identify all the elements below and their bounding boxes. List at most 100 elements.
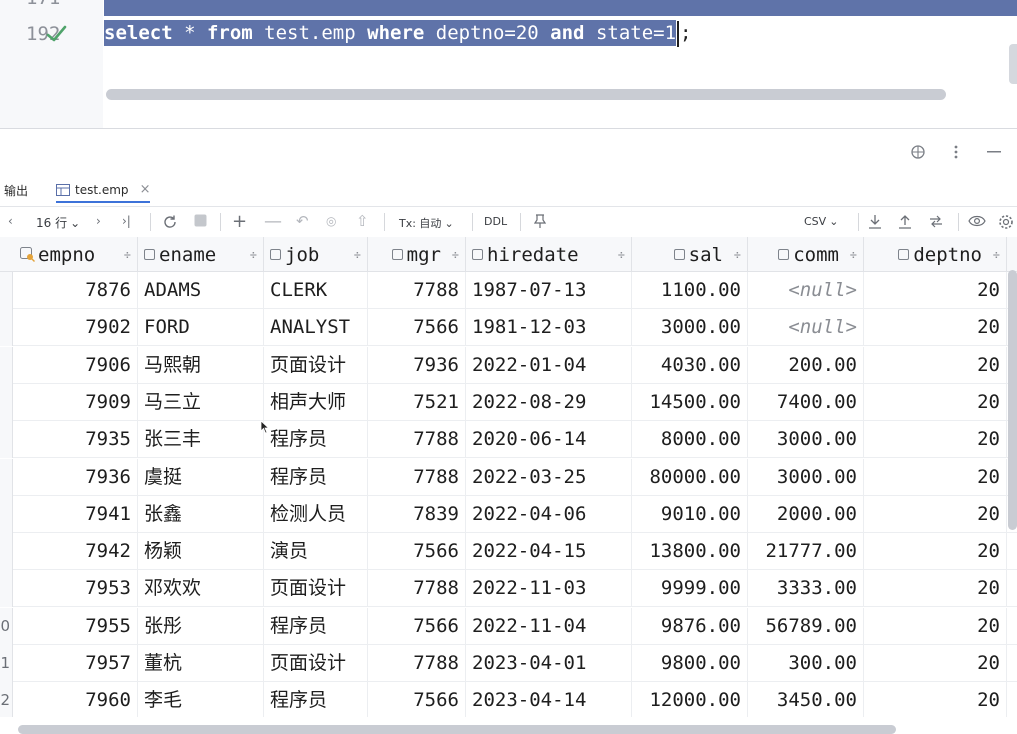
table-row[interactable]: 7936 虞挺 程序员 7788 2022-03-25 80000.00 3000.00 20 — [0, 458, 1017, 496]
table-row[interactable]: 7902 FORD ANALYST 7566 1981-12-03 3000.00 <nul… — [0, 309, 1017, 347]
table-row[interactable]: 7876 ADAMS CLERK 7788 1987-07-13 1100.00 <null… — [0, 272, 1017, 309]
column-header-deptno[interactable]: deptno ÷ — [864, 237, 1007, 272]
cell-ename[interactable]: 李毛 — [138, 682, 264, 717]
cell-comm[interactable]: 3333.00 — [748, 570, 864, 608]
cell-ename[interactable]: ADAMS — [138, 272, 264, 309]
row-number[interactable] — [0, 495, 13, 533]
sort-icon[interactable]: ÷ — [354, 248, 361, 262]
editor-horizontal-scrollbar[interactable] — [106, 89, 946, 100]
cell-job[interactable]: 程序员 — [264, 421, 368, 459]
cell-deptno[interactable]: 20 — [864, 495, 1007, 533]
table-row[interactable]: 7935 张三丰 程序员 7788 2020-06-14 8000.00 3000.00 20 — [0, 421, 1017, 459]
tab-test-emp[interactable]: test.emp × — [56, 182, 151, 203]
row-number[interactable]: 2 — [0, 682, 13, 717]
cell-hiredate[interactable]: 2022-01-04 — [466, 346, 632, 384]
last-page-icon[interactable]: ›| — [122, 214, 131, 228]
cell-empno[interactable]: 7957 — [14, 645, 138, 682]
cell-hiredate[interactable]: 1987-07-13 — [466, 272, 632, 309]
table-row[interactable]: 7953 邓欢欢 页面设计 7788 2022-11-03 9999.00 3333.00 2… — [0, 570, 1017, 608]
first-page-icon[interactable]: ‹ — [8, 214, 13, 228]
row-number[interactable] — [0, 458, 13, 496]
cell-empno[interactable]: 7906 — [14, 346, 138, 384]
cell-sal[interactable]: 9876.00 — [632, 607, 748, 645]
cell-mgr[interactable]: 7566 — [368, 533, 466, 571]
more-options-icon[interactable] — [947, 143, 965, 161]
cell-empno[interactable]: 7960 — [14, 682, 138, 717]
cell-comm[interactable]: 300.00 — [748, 645, 864, 682]
cell-empno[interactable]: 7876 — [14, 272, 138, 309]
cell-comm[interactable]: 3450.00 — [748, 682, 864, 717]
cell-hiredate[interactable]: 2020-06-14 — [466, 421, 632, 459]
transaction-mode-dropdown[interactable]: Tx: 自动 ⌄ — [399, 215, 454, 231]
row-number[interactable] — [0, 533, 13, 571]
cell-mgr[interactable]: 7788 — [368, 421, 466, 459]
cell-mgr[interactable]: 7788 — [368, 645, 466, 682]
cell-deptno[interactable]: 20 — [864, 570, 1007, 608]
cell-sal[interactable]: 9800.00 — [632, 645, 748, 682]
column-header-job[interactable]: job ÷ — [264, 237, 368, 272]
cell-deptno[interactable]: 20 — [864, 309, 1007, 347]
grid-horizontal-scrollbar[interactable] — [18, 725, 896, 734]
result-grid[interactable]: empno ÷ ename ÷ job ÷ mgr ÷ hiredate ÷ sal ÷ comm ÷ de… — [0, 237, 1017, 717]
revert-icon[interactable]: ↶ — [296, 212, 309, 230]
cell-comm[interactable]: 7400.00 — [748, 383, 864, 421]
cell-job[interactable]: 页面设计 — [264, 570, 368, 608]
cell-comm[interactable]: <null> — [748, 309, 864, 347]
column-header-empno[interactable]: empno ÷ — [14, 237, 138, 272]
sort-icon[interactable]: ÷ — [850, 248, 857, 262]
gear-icon[interactable] — [998, 214, 1014, 230]
cell-deptno[interactable]: 20 — [864, 421, 1007, 459]
cell-empno[interactable]: 7936 — [14, 458, 138, 496]
column-header-hiredate[interactable]: hiredate ÷ — [466, 237, 632, 272]
cell-hiredate[interactable]: 2023-04-01 — [466, 645, 632, 682]
cell-ename[interactable]: 邓欢欢 — [138, 570, 264, 608]
table-row[interactable]: 7909 马三立 相声大师 7521 2022-08-29 14500.00 7400.00… — [0, 383, 1017, 421]
cell-mgr[interactable]: 7566 — [368, 607, 466, 645]
cell-job[interactable]: ANALYST — [264, 309, 368, 347]
cell-empno[interactable]: 7953 — [14, 570, 138, 608]
cell-hiredate[interactable]: 1981-12-03 — [466, 309, 632, 347]
cell-empno[interactable]: 7902 — [14, 309, 138, 347]
row-number[interactable] — [0, 346, 13, 384]
row-number[interactable] — [0, 421, 13, 459]
sql-statement[interactable]: select * from test.emp where deptno=20 a… — [104, 18, 691, 48]
pin-icon[interactable] — [534, 214, 546, 229]
target-icon[interactable] — [909, 143, 927, 161]
cell-comm[interactable]: 3000.00 — [748, 458, 864, 496]
cell-empno[interactable]: 7942 — [14, 533, 138, 571]
table-row[interactable]: 0 7955 张彤 程序员 7566 2022-11-04 9876.00 56789.00 2… — [0, 607, 1017, 645]
cell-deptno[interactable]: 20 — [864, 383, 1007, 421]
cell-job[interactable]: 演员 — [264, 533, 368, 571]
row-number[interactable] — [0, 570, 13, 608]
ddl-button[interactable]: DDL — [484, 215, 507, 228]
cell-job[interactable]: 相声大师 — [264, 383, 368, 421]
sort-icon[interactable]: ÷ — [993, 248, 1000, 262]
cell-hiredate[interactable]: 2022-04-15 — [466, 533, 632, 571]
upload-icon[interactable] — [898, 214, 912, 229]
cell-ename[interactable]: 张三丰 — [138, 421, 264, 459]
grid-vertical-scrollbar[interactable] — [1008, 270, 1017, 530]
compare-icon[interactable] — [928, 214, 944, 229]
preview-pending-changes-icon[interactable]: ◎ — [326, 214, 336, 228]
minimize-icon[interactable] — [985, 143, 1003, 161]
cell-comm[interactable]: 3000.00 — [748, 421, 864, 459]
column-header-comm[interactable]: comm ÷ — [748, 237, 864, 272]
add-row-icon[interactable]: + — [232, 211, 247, 232]
cell-ename[interactable]: FORD — [138, 309, 264, 347]
page-size-dropdown[interactable]: 16 行 ⌄ — [36, 214, 80, 231]
cell-sal[interactable]: 14500.00 — [632, 383, 748, 421]
cell-job[interactable]: 程序员 — [264, 607, 368, 645]
cell-hiredate[interactable]: 2022-03-25 — [466, 458, 632, 496]
stop-icon[interactable] — [194, 214, 207, 227]
delete-row-icon[interactable]: — — [264, 211, 282, 232]
cell-mgr[interactable]: 7788 — [368, 458, 466, 496]
cell-sal[interactable]: 9010.00 — [632, 495, 748, 533]
cell-mgr[interactable]: 7788 — [368, 570, 466, 608]
cell-hiredate[interactable]: 2022-11-04 — [466, 607, 632, 645]
cell-ename[interactable]: 马三立 — [138, 383, 264, 421]
row-number[interactable]: 1 — [0, 645, 13, 682]
refresh-icon[interactable] — [162, 214, 178, 230]
cell-deptno[interactable]: 20 — [864, 458, 1007, 496]
cell-empno[interactable]: 7941 — [14, 495, 138, 533]
cell-deptno[interactable]: 20 — [864, 645, 1007, 682]
